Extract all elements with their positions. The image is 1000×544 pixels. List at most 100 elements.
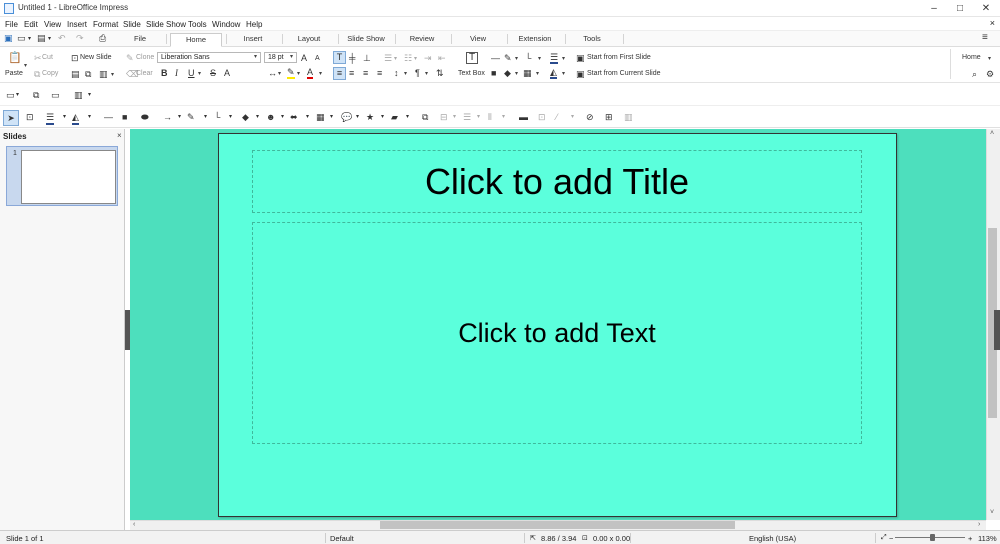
block-arrows-dropdown-icon[interactable]: ▾ xyxy=(306,112,309,123)
connector-tool-icon[interactable]: └ xyxy=(214,112,220,123)
zoom-pan-icon[interactable]: ⊡ xyxy=(26,112,34,123)
justify-icon[interactable]: ≡ xyxy=(377,68,382,78)
paste-dropdown-icon[interactable]: ▾ xyxy=(24,62,27,69)
search-icon[interactable]: ⌕ xyxy=(972,69,977,79)
align-objects-dropdown-icon[interactable]: ▾ xyxy=(453,112,456,123)
comment-icon[interactable]: ▭ xyxy=(6,90,15,101)
align-left-icon[interactable]: ≡ xyxy=(333,67,346,80)
slide-thumbnail[interactable] xyxy=(21,150,116,204)
text-direction-icon[interactable]: ⇅ xyxy=(436,68,444,78)
duplicate-slide-icon[interactable]: ⧉ xyxy=(85,69,91,79)
line-spacing-icon[interactable]: ↕ xyxy=(394,68,399,78)
home-select-dropdown-icon[interactable]: ▾ xyxy=(988,55,991,62)
freeform-curve-icon[interactable]: ✎ xyxy=(187,112,195,123)
star-icon[interactable]: ★ xyxy=(366,112,374,123)
sidebar-toggle-icon[interactable]: ▣ xyxy=(4,33,13,44)
hamburger-menu-icon[interactable]: ≡ xyxy=(982,32,988,43)
slide-properties-icon[interactable]: ▥ xyxy=(99,69,108,79)
start-first-slide-icon[interactable]: ▣ xyxy=(576,53,585,63)
curve-icon[interactable]: ✎ xyxy=(504,53,512,63)
menu-insert[interactable]: Insert xyxy=(67,20,87,29)
line-color-dropdown-icon[interactable]: ▾ xyxy=(63,112,66,123)
curve-dropdown-icon[interactable]: ▾ xyxy=(515,55,518,62)
text-box-button[interactable]: Text Box xyxy=(458,70,485,77)
shadow-icon[interactable]: A xyxy=(224,68,230,78)
basic-shapes-dropdown-icon[interactable]: ▾ xyxy=(256,112,259,123)
scroll-down-icon[interactable]: ˅ xyxy=(990,509,994,516)
close-button[interactable]: ✕ xyxy=(974,1,998,16)
undo-icon[interactable]: ↶ xyxy=(58,33,66,44)
connector-icon[interactable]: └ xyxy=(525,53,531,63)
font-color-icon[interactable]: A xyxy=(307,67,314,79)
new-slide-button[interactable]: New Slide xyxy=(80,54,112,61)
insert-line-icon[interactable]: — xyxy=(104,112,113,123)
spacing-dropdown-icon[interactable]: ▾ xyxy=(278,70,281,77)
paste-label[interactable]: Paste xyxy=(5,70,23,77)
area-fill-icon[interactable]: ◭ xyxy=(72,112,79,125)
fill-color-dropdown-icon[interactable]: ▾ xyxy=(562,70,565,77)
fit-slide-icon[interactable]: ⤢ xyxy=(881,534,887,542)
diamond-icon[interactable]: ◆ xyxy=(504,68,511,78)
interaction-icon[interactable]: ▥ xyxy=(624,112,633,123)
numbered-dropdown-icon[interactable]: ▾ xyxy=(414,55,417,62)
text-box-icon[interactable]: T xyxy=(466,52,478,64)
bold-icon[interactable]: B xyxy=(161,68,168,78)
tab-review[interactable]: Review xyxy=(401,33,443,47)
line-style-icon[interactable]: ☰ xyxy=(550,52,559,64)
tab-file[interactable]: File xyxy=(120,33,160,47)
fill-color-icon[interactable]: ◭ xyxy=(550,67,557,79)
shrink-font-icon[interactable]: A xyxy=(315,54,320,64)
menu-tools[interactable]: Tools xyxy=(188,20,207,29)
underline-icon[interactable]: U xyxy=(188,68,195,78)
connector-tool-dropdown-icon[interactable]: ▾ xyxy=(229,112,232,123)
flowchart-icon[interactable]: ▦ xyxy=(316,112,325,123)
symbol-shapes-dropdown-icon[interactable]: ▾ xyxy=(281,112,284,123)
line-icon[interactable]: — xyxy=(491,53,500,63)
language-indicator[interactable]: English (USA) xyxy=(749,534,796,543)
copy-icon[interactable]: ⧉ xyxy=(34,69,40,79)
menu-format[interactable]: Format xyxy=(93,20,118,29)
grow-font-icon[interactable]: A xyxy=(301,53,307,63)
line-style-dropdown-icon[interactable]: ▾ xyxy=(562,55,565,62)
horizontal-scroll-thumb[interactable] xyxy=(380,521,735,529)
line-color-icon[interactable]: ☰ xyxy=(46,112,55,125)
connector-dropdown-icon[interactable]: ▾ xyxy=(538,55,541,62)
table-dropdown-icon[interactable]: ▾ xyxy=(536,70,539,77)
line-spacing-dropdown-icon[interactable]: ▾ xyxy=(404,70,407,77)
underline-dropdown-icon[interactable]: ▾ xyxy=(198,70,201,77)
character-spacing-icon[interactable]: ↔ xyxy=(268,68,277,78)
bullet-dropdown-icon[interactable]: ▾ xyxy=(394,55,397,62)
tab-slide-show[interactable]: Slide Show xyxy=(343,33,389,47)
toggle-extrusion-icon[interactable]: ⊘ xyxy=(586,112,594,123)
menu-file[interactable]: File xyxy=(5,20,18,29)
gear-icon[interactable]: ⚙ xyxy=(986,69,994,79)
menu-edit[interactable]: Edit xyxy=(24,20,38,29)
arrange-icon[interactable]: ☰ xyxy=(463,112,471,123)
print-icon[interactable]: ⎙ xyxy=(99,33,106,44)
align-middle-icon[interactable]: ╪ xyxy=(349,53,355,63)
clipboard-icon[interactable]: 📋 xyxy=(8,53,22,64)
master-slide-icon[interactable]: ▥ xyxy=(74,90,83,101)
3d-objects-dropdown-icon[interactable]: ▾ xyxy=(406,112,409,123)
tab-extension[interactable]: Extension xyxy=(512,33,558,47)
menu-slide[interactable]: Slide xyxy=(123,20,141,29)
area-fill-dropdown-icon[interactable]: ▾ xyxy=(88,112,91,123)
menu-slide-show[interactable]: Slide Show xyxy=(146,20,186,29)
highlight-color-icon[interactable]: ✎ xyxy=(287,67,295,79)
slide-layout-icon[interactable]: ▤ xyxy=(71,69,80,79)
title-placeholder[interactable]: Click to add Title xyxy=(252,150,862,213)
align-center-icon[interactable]: ≡ xyxy=(349,68,354,78)
clear-button[interactable]: Clear xyxy=(136,70,153,77)
freeform-dropdown-icon[interactable]: ▾ xyxy=(204,112,207,123)
paragraph-spacing-icon[interactable]: ¶ xyxy=(415,68,420,78)
basic-shapes-icon[interactable]: ◆ xyxy=(242,112,249,123)
shadow-toggle-icon[interactable]: ▬ xyxy=(519,112,528,123)
tab-tools[interactable]: Tools xyxy=(571,33,613,47)
line-arrow-icon[interactable]: → xyxy=(163,112,172,123)
paragraph-dropdown-icon[interactable]: ▾ xyxy=(425,70,428,77)
font-name-dropdown-icon[interactable]: ▾ xyxy=(254,53,257,60)
menu-window[interactable]: Window xyxy=(212,20,240,29)
callout-icon[interactable]: 💬 xyxy=(341,112,352,123)
zoom-in-button[interactable]: + xyxy=(968,534,972,543)
filter-dropdown-icon[interactable]: ▾ xyxy=(571,112,574,123)
